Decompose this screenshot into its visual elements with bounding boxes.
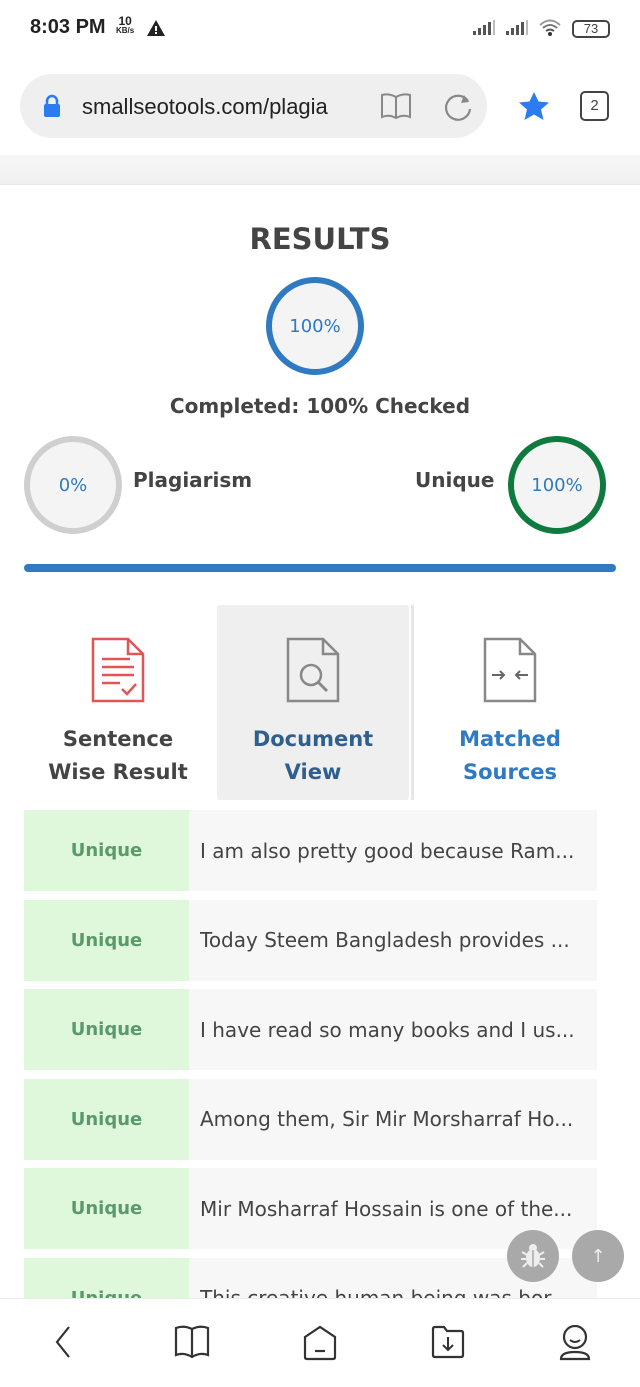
network-speed: 10 KB/s bbox=[116, 15, 135, 36]
status-bar: 8:03 PM 10 KB/s 73 bbox=[0, 0, 640, 60]
unique-circle: 100% bbox=[508, 436, 606, 534]
progress-circle: 100% bbox=[266, 277, 364, 375]
tab-document-view[interactable]: Document View bbox=[217, 605, 409, 800]
sentence-text-value: Today Steem Bangladesh provides ... bbox=[200, 928, 570, 952]
bottom-navigation bbox=[0, 1298, 640, 1387]
tab-label-line2: View bbox=[284, 760, 342, 784]
sentence-report-icon bbox=[91, 637, 145, 703]
arrow-up-icon: ↑ bbox=[590, 1245, 606, 1267]
tab-label-line1: Matched bbox=[459, 727, 561, 751]
speed-unit: KB/s bbox=[116, 26, 135, 35]
page-divider bbox=[0, 155, 640, 185]
wifi-icon bbox=[539, 19, 561, 36]
tab-label-line1: Sentence bbox=[62, 727, 174, 751]
scroll-to-top-button[interactable]: ↑ bbox=[572, 1230, 624, 1282]
status-badge: Unique bbox=[24, 1168, 189, 1249]
status-badge: Unique bbox=[24, 810, 189, 891]
status-badge: Unique bbox=[24, 899, 189, 981]
status-badge: Unique bbox=[24, 989, 189, 1070]
tab-sentence-wise-result[interactable]: Sentence Wise Result bbox=[22, 605, 214, 800]
results-title: RESULTS bbox=[249, 222, 391, 256]
completed-text: Completed: 100% Checked bbox=[169, 394, 471, 418]
document-search-icon bbox=[286, 637, 340, 703]
sentence-text-value: Among them, Sir Mir Morsharraf Ho... bbox=[200, 1107, 574, 1131]
status-badge: Unique bbox=[24, 1078, 189, 1160]
reader-mode-icon[interactable] bbox=[380, 92, 412, 120]
clock: 8:03 PM bbox=[30, 16, 106, 38]
lock-icon bbox=[44, 94, 60, 117]
url-text[interactable]: smallseotools.com/plagia bbox=[82, 94, 328, 120]
sentence-text-value: Mir Mosharraf Hossain is one of the... bbox=[200, 1196, 573, 1221]
sentence-text: Today Steem Bangladesh provides ... bbox=[189, 899, 597, 981]
tab-matched-sources[interactable]: Matched Sources bbox=[414, 605, 606, 800]
result-row[interactable]: Unique Today Steem Bangladesh provides ..… bbox=[24, 899, 597, 981]
reload-icon[interactable] bbox=[442, 91, 474, 123]
result-progress-bar bbox=[24, 564, 616, 572]
tab-label-line2: Sources bbox=[462, 760, 558, 784]
tabs-button[interactable]: 2 bbox=[580, 91, 609, 121]
result-row[interactable]: Unique Mir Mosharraf Hossain is one of th… bbox=[24, 1168, 597, 1249]
bug-icon bbox=[521, 1244, 545, 1268]
warning-icon bbox=[147, 20, 165, 36]
downloads-icon[interactable] bbox=[430, 1325, 466, 1359]
bookmarks-icon[interactable] bbox=[174, 1325, 210, 1359]
sentence-text: Among them, Sir Mir Morsharraf Ho... bbox=[189, 1078, 597, 1160]
signal-icon-2 bbox=[506, 20, 528, 35]
sentence-text-value: I have read so many books and I us... bbox=[200, 1017, 575, 1042]
profile-icon[interactable] bbox=[558, 1325, 592, 1361]
plagiarism-circle: 0% bbox=[24, 436, 122, 534]
compare-document-icon bbox=[483, 637, 537, 703]
sentence-text-value: I am also pretty good because Ram... bbox=[200, 838, 575, 863]
signal-icon bbox=[473, 20, 495, 35]
tab-label-line1: Document bbox=[252, 727, 374, 751]
result-row[interactable]: Unique I am also pretty good because Ram.… bbox=[24, 810, 597, 891]
sentence-text: I have read so many books and I us... bbox=[189, 989, 597, 1070]
unique-label: Unique bbox=[415, 468, 495, 492]
report-bug-button[interactable] bbox=[507, 1230, 559, 1282]
sentence-text: I am also pretty good because Ram... bbox=[189, 810, 597, 891]
bookmark-star-icon[interactable] bbox=[517, 90, 551, 122]
result-row[interactable]: Unique Among them, Sir Mir Morsharraf Ho.… bbox=[24, 1078, 597, 1160]
back-icon[interactable] bbox=[52, 1325, 74, 1359]
result-row[interactable]: Unique I have read so many books and I us… bbox=[24, 989, 597, 1070]
tab-label-line2: Wise Result bbox=[48, 760, 188, 784]
plagiarism-label: Plagiarism bbox=[133, 468, 253, 492]
home-icon[interactable] bbox=[302, 1325, 338, 1361]
battery-indicator: 73 bbox=[572, 20, 610, 38]
